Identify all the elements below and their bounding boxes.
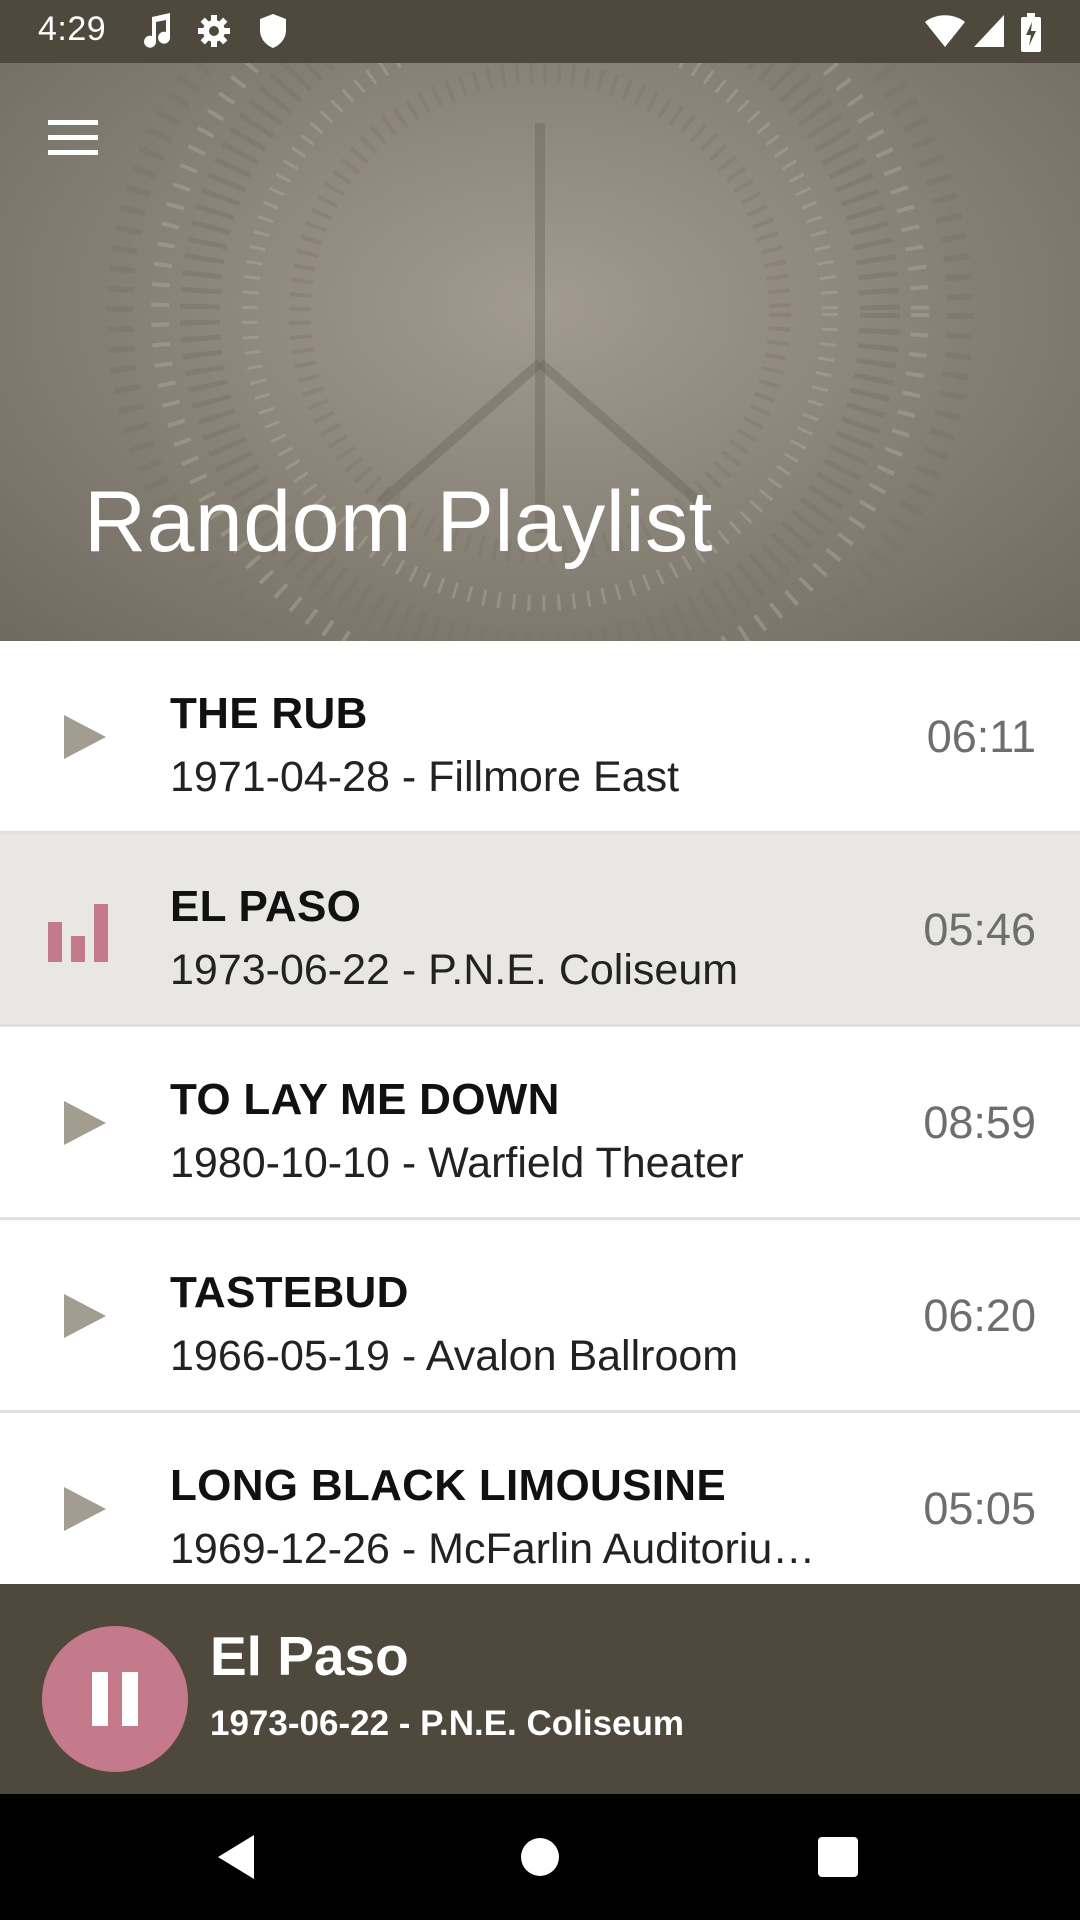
track-title: EL PASO [170, 882, 362, 931]
track-subtitle: 1969-12-26 - McFarlin Auditoriu… [170, 1525, 816, 1573]
play-icon[interactable] [44, 1087, 116, 1159]
track-subtitle: 1980-10-10 - Warfield Theater [170, 1139, 744, 1187]
navigation-bar [0, 1794, 1080, 1920]
track-subtitle: 1973-06-22 - P.N.E. Coliseum [170, 946, 739, 994]
track-row-active[interactable]: EL PASO 1973-06-22 - P.N.E. Coliseum 05:… [0, 834, 1080, 1027]
track-title: TO LAY ME DOWN [170, 1075, 560, 1124]
menu-button[interactable] [34, 103, 112, 163]
equalizer-icon[interactable] [44, 894, 116, 966]
track-duration: 06:11 [926, 711, 1036, 762]
track-title: THE RUB [170, 689, 368, 738]
track-duration: 06:20 [923, 1290, 1036, 1341]
battery-icon [1020, 13, 1042, 58]
track-subtitle: 1966-05-19 - Avalon Ballroom [170, 1332, 739, 1380]
track-title: TASTEBUD [170, 1268, 409, 1317]
track-duration: 08:59 [923, 1097, 1036, 1148]
status-bar: 4:29 [0, 0, 1080, 63]
track-list[interactable]: THE RUB 1971-04-28 - Fillmore East 06:11… [0, 641, 1080, 1584]
settings-icon [196, 13, 232, 54]
track-duration: 05:05 [923, 1483, 1036, 1534]
track-title: LONG BLACK LIMOUSINE [170, 1461, 726, 1510]
page-title: Random Playlist [84, 474, 713, 570]
play-icon[interactable] [44, 701, 116, 773]
track-row[interactable]: LONG BLACK LIMOUSINE 1969-12-26 - McFarl… [0, 1413, 1080, 1584]
track-subtitle: 1971-04-28 - Fillmore East [170, 753, 680, 801]
recents-icon[interactable] [808, 1827, 868, 1887]
signal-icon [972, 13, 1006, 54]
play-icon[interactable] [44, 1280, 116, 1352]
status-time: 4:29 [38, 10, 107, 48]
back-icon[interactable] [208, 1827, 268, 1887]
playlist-header: Random Playlist [0, 63, 1080, 641]
now-playing-subtitle: 1973-06-22 - P.N.E. Coliseum [210, 1704, 685, 1743]
track-row[interactable]: TO LAY ME DOWN 1980-10-10 - Warfield The… [0, 1027, 1080, 1220]
now-playing-title: El Paso [210, 1625, 409, 1687]
shield-icon [258, 13, 288, 54]
track-row[interactable]: THE RUB 1971-04-28 - Fillmore East 06:11 [0, 641, 1080, 834]
home-icon[interactable] [510, 1827, 570, 1887]
track-row[interactable]: TASTEBUD 1966-05-19 - Avalon Ballroom 06… [0, 1220, 1080, 1413]
wifi-icon [924, 13, 966, 54]
play-icon[interactable] [44, 1473, 116, 1545]
track-duration: 05:46 [923, 904, 1036, 955]
pause-button[interactable] [42, 1626, 188, 1772]
music-note-icon [142, 13, 172, 54]
now-playing-bar[interactable]: El Paso 1973-06-22 - P.N.E. Coliseum [0, 1584, 1080, 1794]
menu-icon [48, 120, 98, 155]
